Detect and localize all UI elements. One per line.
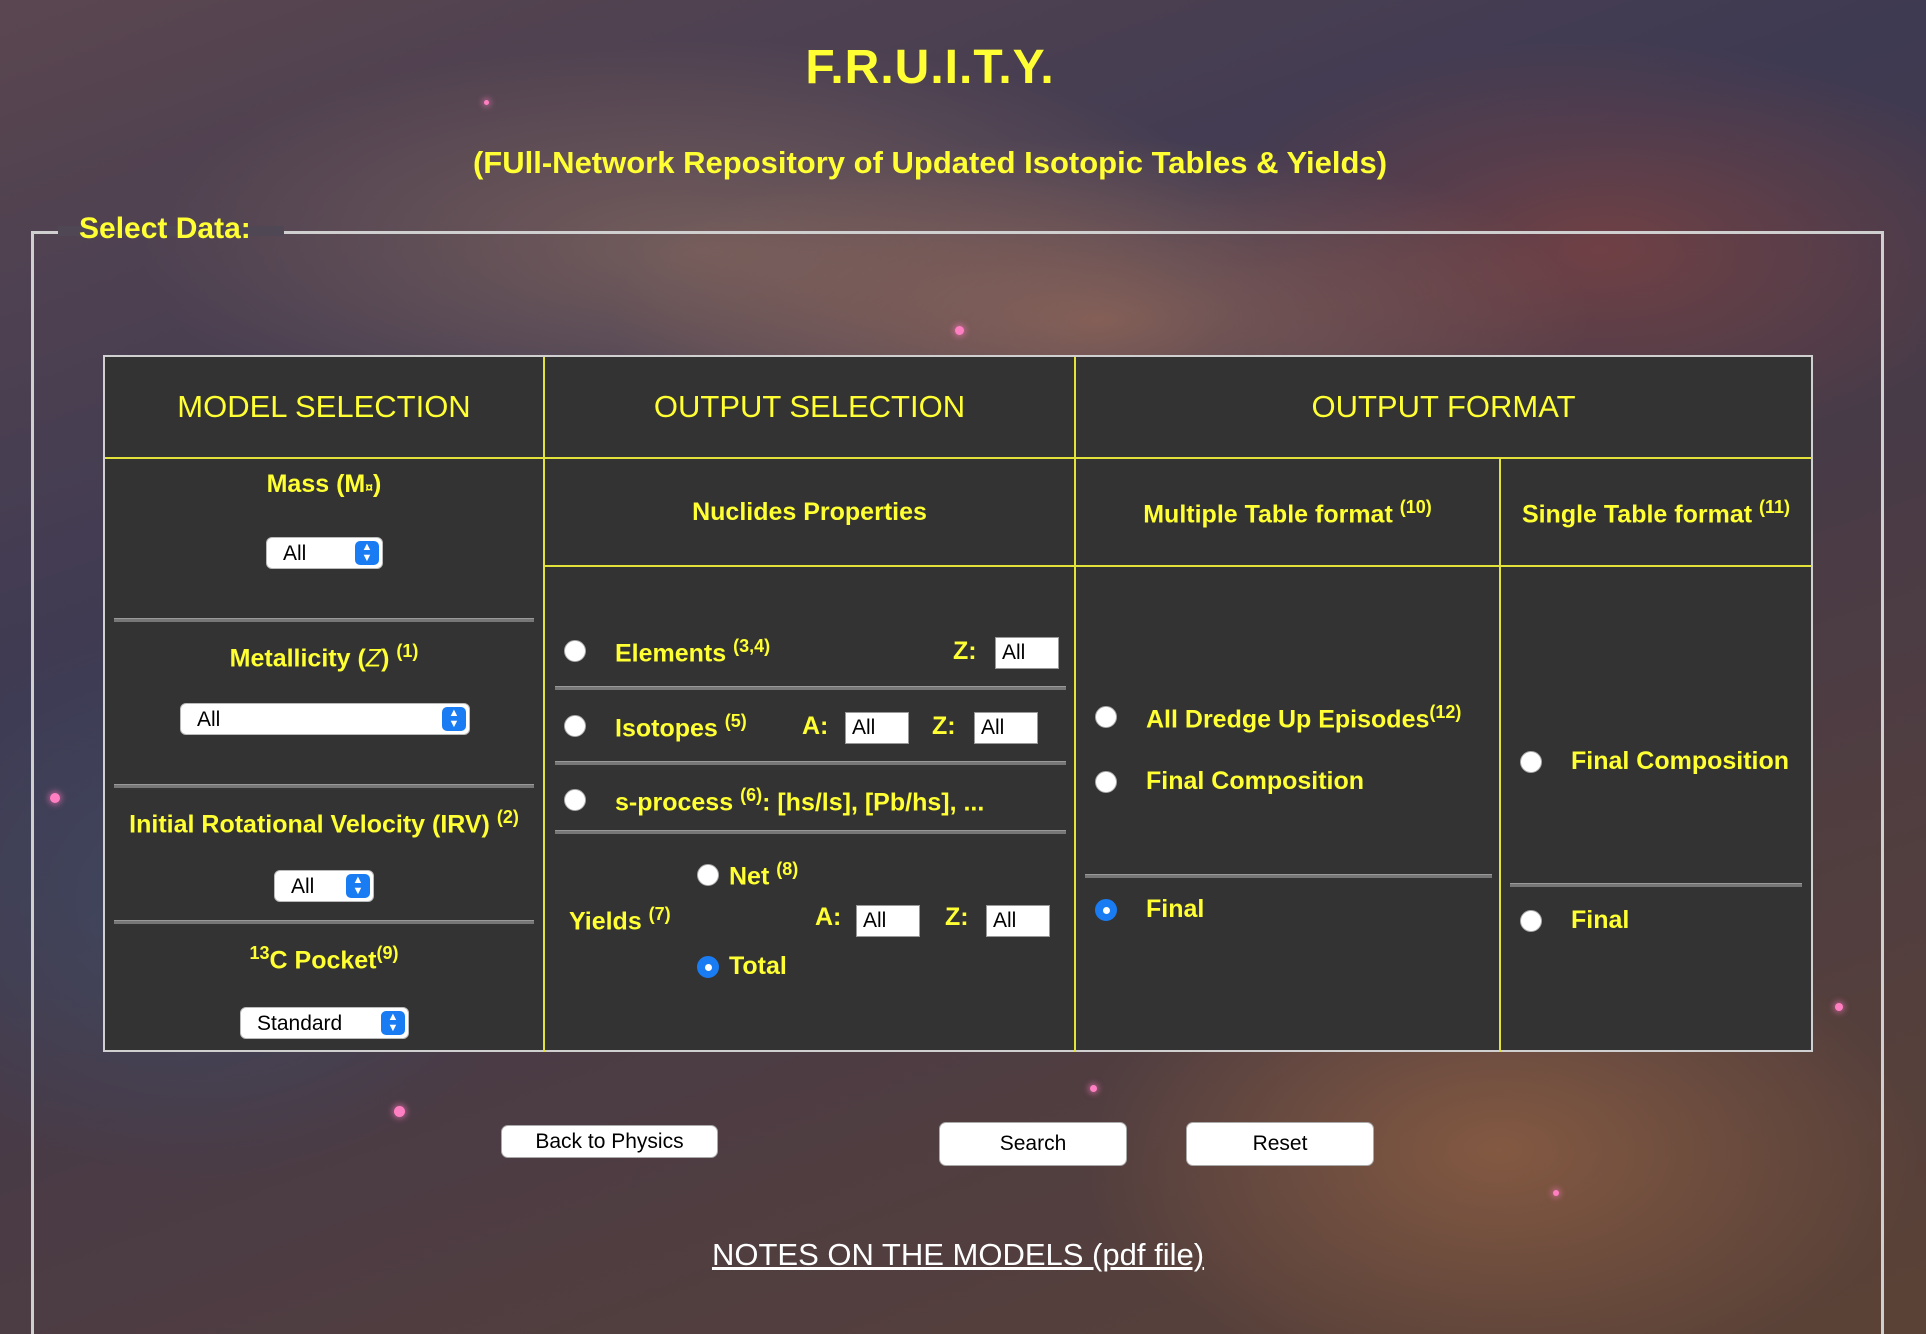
metallicity-select[interactable]: All ▲ ▼ (180, 703, 470, 735)
divider (555, 686, 1066, 690)
all-dredge-up-radio[interactable] (1095, 706, 1117, 728)
z-label: Z: (953, 637, 977, 665)
grid-line (105, 457, 1811, 459)
irv-label: Initial Rotational Velocity (IRV) (2) (129, 807, 519, 839)
final-composition-single-label: Final Composition (1571, 747, 1790, 775)
metallicity-label: Metallicity (Z) (1) (229, 641, 419, 673)
elements-radio[interactable] (564, 640, 586, 662)
chevron-up-down-icon: ▲ ▼ (346, 874, 370, 898)
divider (555, 830, 1066, 834)
all-dredge-up-label: All Dredge Up Episodes(12) (1146, 702, 1462, 734)
divider (1510, 883, 1802, 887)
chevron-up-down-icon: ▲ ▼ (381, 1011, 405, 1035)
chevron-up-down-icon: ▲ ▼ (355, 541, 379, 565)
divider (114, 920, 534, 924)
isotopes-label: Isotopes (5) (615, 711, 747, 743)
final-single-radio[interactable] (1520, 910, 1542, 932)
net-label: Net (8) (729, 859, 799, 891)
total-label: Total (729, 952, 787, 980)
yields-label: Yields (7) (569, 904, 671, 936)
multiple-table-header: Multiple Table format (10) (1143, 497, 1432, 529)
z-label: Z: (945, 903, 969, 931)
final-composition-multi-label: Final Composition (1146, 767, 1365, 795)
star-decoration (484, 100, 489, 105)
grid-line (543, 357, 545, 1052)
isotopes-z-input[interactable]: All (974, 712, 1038, 744)
irv-select[interactable]: All ▲ ▼ (274, 870, 374, 902)
grid-line (1074, 357, 1076, 1052)
final-multi-radio[interactable] (1095, 899, 1117, 921)
divider (1085, 874, 1492, 878)
chevron-up-down-icon: ▲ ▼ (442, 707, 466, 731)
back-to-physics-button[interactable]: Back to Physics (501, 1125, 718, 1158)
final-single-label: Final (1571, 906, 1630, 934)
sprocess-radio[interactable] (564, 789, 586, 811)
total-radio[interactable] (697, 956, 719, 978)
divider (555, 761, 1066, 765)
elements-z-input[interactable]: All (995, 637, 1059, 669)
final-composition-single-radio[interactable] (1520, 751, 1542, 773)
isotopes-a-input[interactable]: All (845, 712, 909, 744)
search-button[interactable]: Search (939, 1122, 1127, 1166)
page-title: F.R.U.I.T.Y. (805, 41, 1055, 94)
yields-z-input[interactable]: All (986, 905, 1050, 937)
mass-select[interactable]: All ▲ ▼ (266, 537, 383, 569)
mass-label: Mass (M¤) (266, 470, 382, 498)
fieldset-legend: Select Data: (79, 212, 251, 245)
net-radio[interactable] (697, 864, 719, 886)
reset-button[interactable]: Reset (1186, 1122, 1374, 1166)
divider (114, 784, 534, 788)
nuclides-properties-header: Nuclides Properties (692, 498, 927, 526)
single-table-header: Single Table format (11) (1521, 497, 1791, 529)
page-subtitle: (FUll-Network Repository of Updated Isot… (472, 145, 1388, 180)
model-selection-header: MODEL SELECTION (177, 389, 471, 424)
sprocess-label: s-process (6): [hs/ls], [Pb/hs], ... (615, 785, 985, 817)
grid-line (544, 565, 1811, 567)
divider (114, 618, 534, 622)
z-label: Z: (932, 712, 956, 740)
grid-line (1499, 458, 1501, 1052)
output-selection-header: OUTPUT SELECTION (653, 389, 966, 424)
yields-a-input[interactable]: All (856, 905, 920, 937)
a-label: A: (802, 712, 829, 740)
c13-pocket-label: 13C Pocket(9) (249, 943, 399, 975)
selection-panel: MODEL SELECTION OUTPUT SELECTION OUTPUT … (103, 355, 1813, 1052)
c13-pocket-select[interactable]: Standard ▲ ▼ (240, 1007, 409, 1039)
notes-pdf-link[interactable]: NOTES ON THE MODELS (pdf file) (0, 1237, 1916, 1273)
final-multi-label: Final (1146, 895, 1205, 923)
a-label: A: (815, 903, 842, 931)
elements-label: Elements (3,4) (615, 636, 771, 668)
isotopes-radio[interactable] (564, 715, 586, 737)
output-format-header: OUTPUT FORMAT (1311, 389, 1576, 424)
final-composition-multi-radio[interactable] (1095, 771, 1117, 793)
